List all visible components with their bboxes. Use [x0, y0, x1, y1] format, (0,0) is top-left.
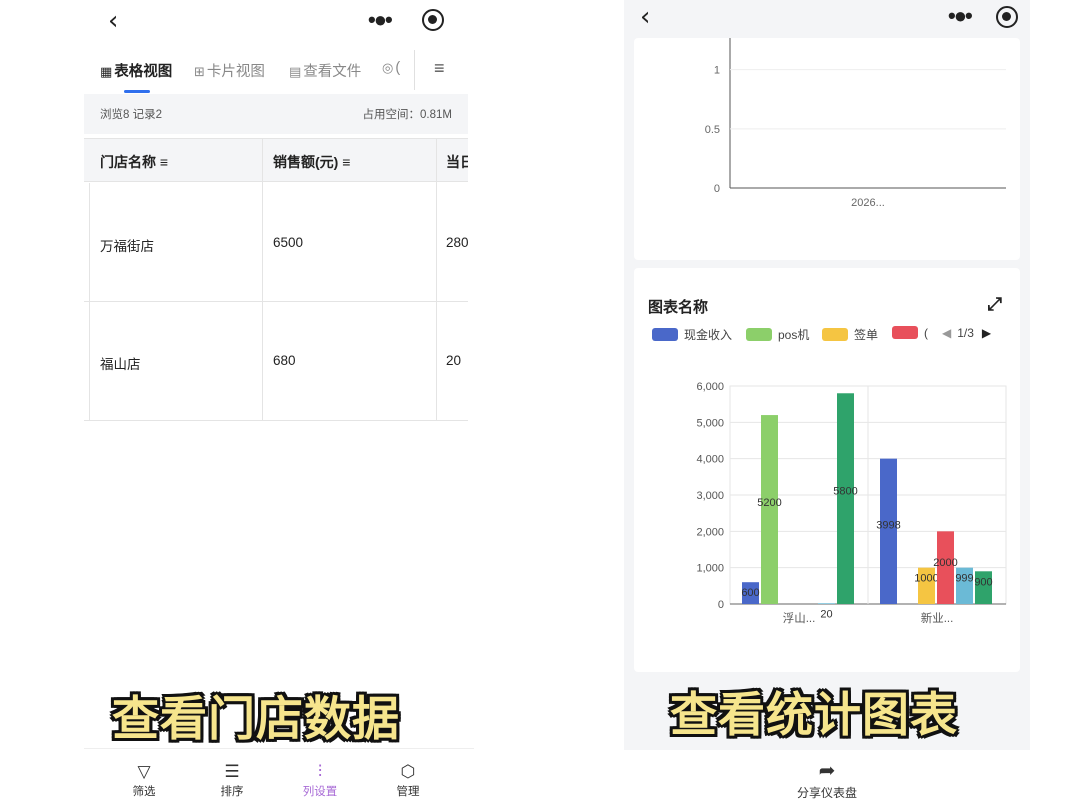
stats-bar: 浏览8 记录2 占用空间：0.81M — [84, 94, 468, 134]
column-header-sales[interactable]: 销售额(元) ≡ — [273, 152, 350, 172]
bar-chart: 0 1,000 2,000 3,000 4,000 5,000 6,000 浮山... 600 5… — [696, 381, 1007, 625]
data-label: 5200 — [757, 497, 781, 509]
filter-button[interactable]: ▽ 筛选 — [114, 761, 174, 799]
column-header-daily[interactable]: 当日 — [446, 152, 468, 172]
legend-item[interactable]: ( — [892, 326, 928, 340]
chart-title: 图表名称 — [648, 299, 709, 316]
share-dashboard-button[interactable]: ➦ 分享仪表盘 — [624, 758, 1030, 801]
view-tabs: ▦ 表格视图 ⊞ 卡片视图 ▤ 查看文件 ◎( ≡ — [84, 48, 474, 93]
x-tick-label: 新业... — [921, 611, 954, 625]
legend-item[interactable]: 签单 — [822, 326, 878, 343]
y-tick-label: 6,000 — [696, 381, 724, 393]
active-tab-indicator — [124, 90, 150, 93]
more-dots-icon[interactable]: •●• — [368, 6, 398, 34]
tab-card-view[interactable]: ⊞ 卡片视图 — [194, 60, 265, 81]
row-divider — [84, 420, 468, 421]
more-dots-icon[interactable]: •●• — [948, 2, 978, 30]
chevron-left-icon[interactable]: ‹ — [108, 8, 136, 36]
sort-button[interactable]: ☰ 排序 — [202, 761, 262, 799]
tab-more[interactable]: ◎( — [382, 60, 400, 76]
bar — [837, 393, 854, 604]
legend-swatch — [822, 328, 848, 341]
legend-pager: ◀ 1/3 ▶ — [942, 326, 992, 340]
caption-store-data: 查看门店数据 — [112, 692, 400, 747]
target-icon[interactable] — [996, 6, 1018, 28]
y-tick-label: 3,000 — [696, 490, 724, 502]
legend-prev-icon[interactable]: ◀ — [942, 326, 951, 340]
data-label: 3998 — [876, 519, 900, 531]
legend-swatch — [746, 328, 772, 341]
tab-divider — [414, 50, 415, 90]
table-cell[interactable]: 20 — [446, 353, 461, 368]
legend-item[interactable]: 现金收入 — [652, 326, 732, 343]
caption-statistics-chart: 查看统计图表 — [670, 688, 958, 743]
y-tick-label: 1,000 — [696, 563, 724, 575]
dashboard-phone: ‹ •●• 0 0.5 1 2026... 图表名称 ⤢ 现金收入 pos机 签单 (… — [624, 0, 1030, 810]
bar — [761, 415, 778, 604]
table-cell[interactable]: 福山店 — [100, 353, 141, 373]
column-header-store-name[interactable]: 门店名称 ≡ — [100, 152, 168, 172]
target-icon[interactable] — [422, 9, 444, 31]
table-cell[interactable]: 万福街店 — [100, 235, 154, 255]
chart-legend: 现金收入 pos机 签单 ( ◀ 1/3 ▶ — [652, 326, 1012, 346]
bar-chart-card: 图表名称 ⤢ 现金收入 pos机 签单 ( ◀ 1/3 ▶ 0 1,000 2,000 3… — [634, 268, 1020, 672]
y-tick-label: 1 — [714, 65, 720, 77]
menu-icon[interactable]: ≡ — [434, 58, 445, 79]
column-settings-button[interactable]: ⫶ 列设置 — [290, 761, 350, 799]
manage-button[interactable]: ⬡ 管理 — [378, 761, 438, 799]
bottom-share-bar: ➦ 分享仪表盘 — [624, 750, 1030, 810]
y-tick-label: 0 — [718, 599, 724, 611]
x-tick-label: 2026... — [851, 197, 885, 209]
x-tick-label: 浮山... — [783, 612, 816, 625]
line-chart-card: 0 0.5 1 2026... — [634, 38, 1020, 260]
data-table: 门店名称 ≡ 销售额(元) ≡ 当日 万福街店 6500 280 福山店 680… — [84, 138, 468, 421]
settings-hex-icon: ⬡ — [400, 762, 416, 781]
legend-next-icon[interactable]: ▶ — [982, 326, 991, 340]
table-cell[interactable]: 680 — [273, 353, 296, 368]
y-tick-label: 0 — [714, 183, 720, 195]
y-tick-label: 0.5 — [705, 124, 720, 136]
data-label: 20 — [820, 608, 832, 620]
chevron-left-icon[interactable]: ‹ — [640, 4, 668, 32]
column-divider — [262, 139, 263, 421]
row-edge — [89, 183, 90, 421]
share-icon: ➦ — [818, 760, 836, 782]
data-label: 999 — [955, 573, 973, 585]
legend-swatch — [652, 328, 678, 341]
legend-item[interactable]: pos机 — [746, 326, 809, 343]
table-cell[interactable]: 6500 — [273, 235, 303, 250]
data-label: 1000 — [914, 573, 938, 585]
sort-icon: ☰ — [224, 762, 240, 781]
store-data-phone: ‹ •●• ▦ 表格视图 ⊞ 卡片视图 ▤ 查看文件 ◎( ≡ 浏览8 记录2 占用空… — [84, 0, 474, 810]
data-label: 600 — [741, 587, 759, 599]
nav-bar: ‹ •●• — [84, 0, 474, 44]
column-divider — [436, 139, 437, 421]
card-grid-icon: ⊞ — [194, 64, 205, 79]
view-record-count: 浏览8 记录2 — [100, 109, 162, 121]
filter-icon: ▽ — [137, 762, 151, 781]
y-tick-label: 5,000 — [696, 417, 724, 429]
circle-at-icon: ◎ — [382, 60, 394, 75]
sliders-icon: ⫶ — [317, 762, 323, 781]
table-icon: ▦ — [100, 64, 113, 79]
legend-swatch — [892, 326, 918, 339]
data-label: 2000 — [933, 557, 957, 569]
tab-view-files[interactable]: ▤ 查看文件 — [289, 60, 361, 81]
line-chart: 0 0.5 1 2026... — [705, 38, 1006, 209]
data-label: 5800 — [833, 485, 857, 497]
bar — [818, 603, 835, 604]
storage-used: 占用空间：0.81M — [362, 109, 452, 121]
bottom-toolbar: ▽ 筛选 ☰ 排序 ⫶ 列设置 ⬡ 管理 — [84, 748, 474, 810]
row-divider — [84, 301, 468, 302]
tab-table-view[interactable]: ▦ 表格视图 — [100, 60, 172, 81]
expand-icon[interactable]: ⤢ — [988, 294, 1002, 315]
file-icon: ▤ — [289, 64, 302, 79]
table-cell[interactable]: 280 — [446, 235, 468, 250]
y-tick-label: 4,000 — [696, 454, 724, 466]
data-label: 900 — [974, 576, 992, 588]
y-tick-label: 2,000 — [696, 526, 724, 538]
